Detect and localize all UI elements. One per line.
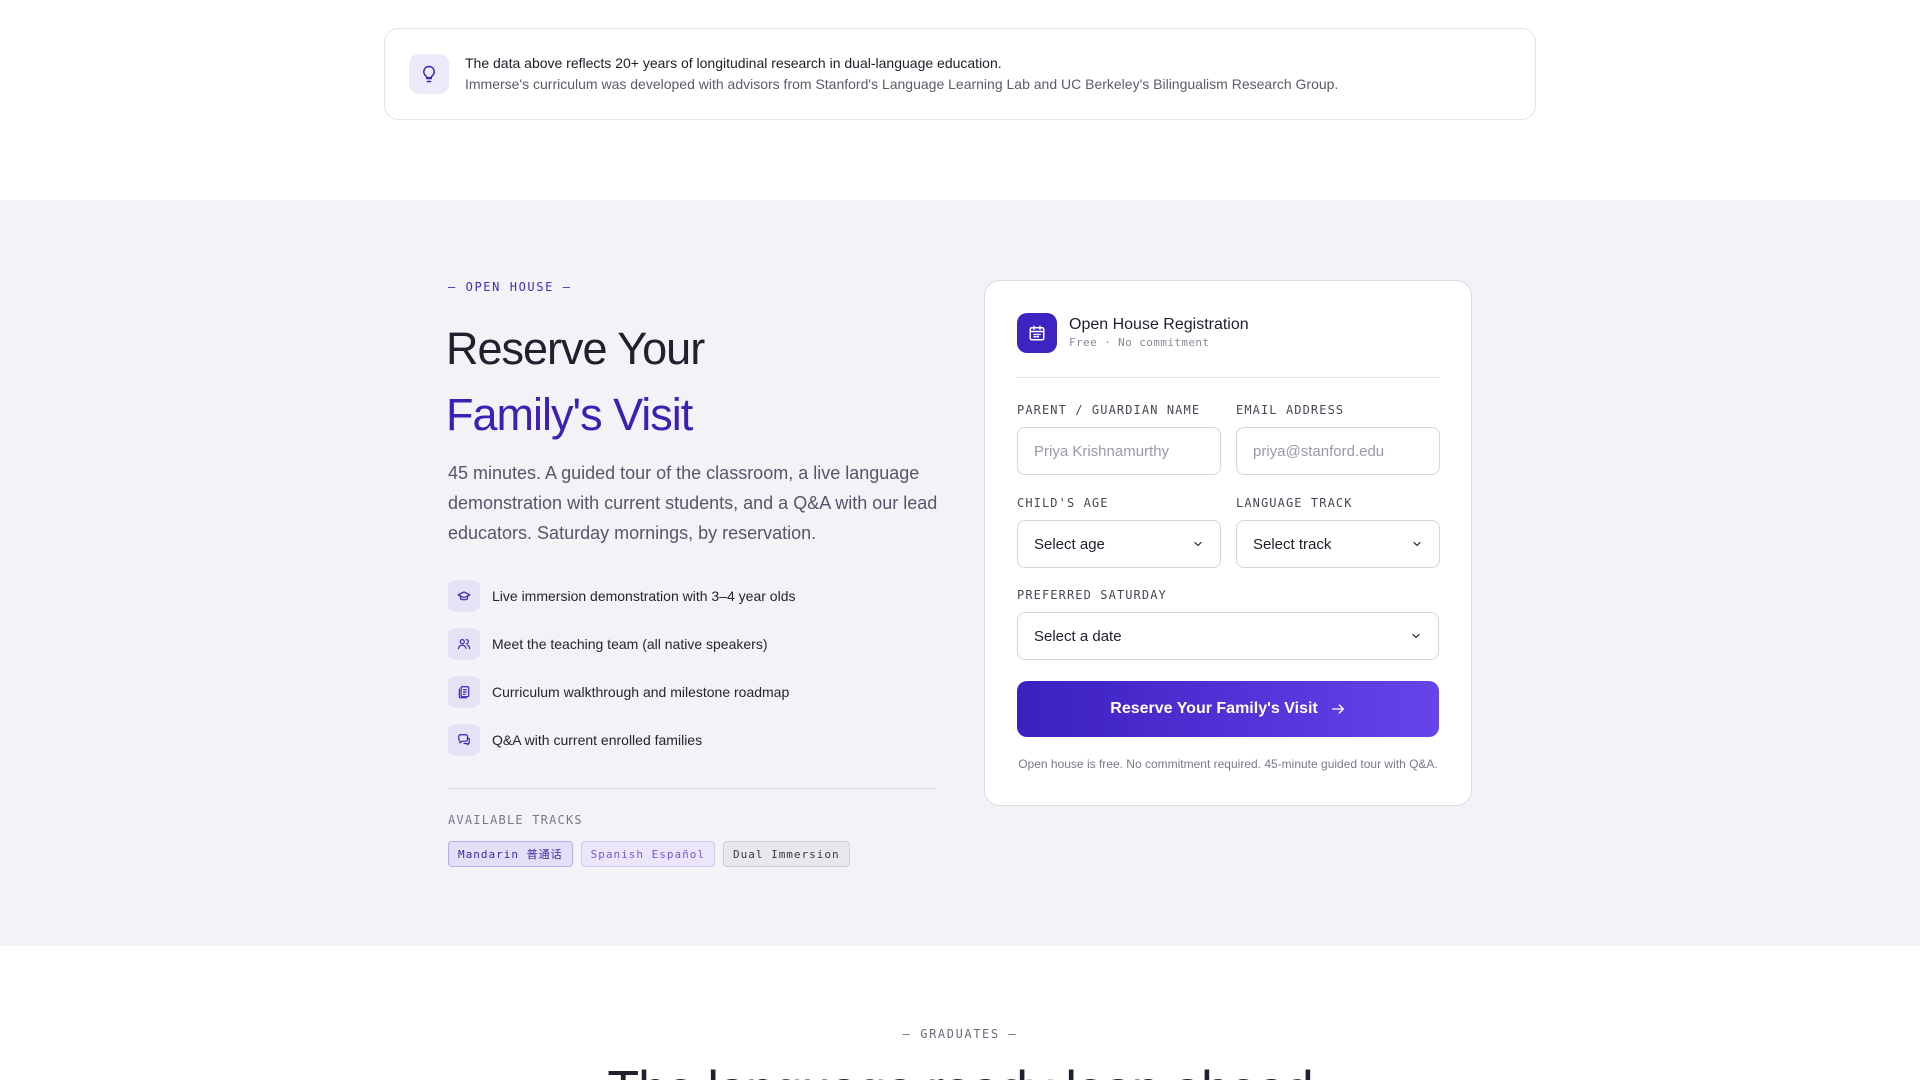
research-note-line-2: Immerse's curriculum was developed with …	[465, 76, 1339, 92]
page-title: Reserve Your Family's Visit	[446, 316, 705, 448]
chat-icon	[448, 724, 480, 756]
child-age-label: CHILD'S AGE	[1017, 496, 1109, 510]
divider	[1017, 377, 1439, 378]
research-note-text: The data above reflects 20+ years of lon…	[465, 53, 1338, 95]
email-label: EMAIL ADDRESS	[1236, 403, 1345, 417]
list-item: Q&A with current enrolled families	[448, 724, 795, 756]
preferred-saturday-value: Select a date	[1034, 627, 1122, 645]
name-label: PARENT / GUARDIAN NAME	[1017, 403, 1201, 417]
calendar-icon	[1017, 313, 1057, 353]
track-chip-spanish: Spanish Español	[580, 841, 715, 867]
form-header: Open House Registration Free · No commit…	[1017, 313, 1249, 353]
headline-line-2: Family's Visit	[446, 389, 693, 440]
open-house-eyebrow: — OPEN HOUSE —	[448, 280, 572, 294]
lightbulb-icon	[409, 54, 449, 94]
documents-icon	[448, 676, 480, 708]
research-note-line-1: The data above reflects 20+ years of lon…	[465, 55, 1002, 71]
list-item: Live immersion demonstration with 3–4 ye…	[448, 580, 795, 612]
feature-text: Curriculum walkthrough and milestone roa…	[492, 684, 790, 700]
chevron-down-icon	[1413, 541, 1421, 547]
available-tracks-label: AVAILABLE TRACKS	[448, 813, 583, 827]
track-chip-mandarin: Mandarin 普通话	[448, 841, 573, 867]
open-house-description: 45 minutes. A guided tour of the classro…	[448, 463, 938, 543]
list-item: Meet the teaching team (all native speak…	[448, 628, 795, 660]
email-field[interactable]	[1236, 427, 1440, 475]
track-chip-dual: Dual Immersion	[722, 841, 850, 867]
list-item: Curriculum walkthrough and milestone roa…	[448, 676, 795, 708]
chevron-down-icon	[1412, 633, 1420, 639]
open-house-section	[0, 200, 1920, 946]
name-field[interactable]	[1017, 427, 1221, 475]
graduates-title: The language ready leap ahead	[0, 1060, 1920, 1080]
feature-text: Meet the teaching team (all native speak…	[492, 636, 768, 652]
language-track-label: LANGUAGE TRACK	[1236, 496, 1353, 510]
feature-text: Live immersion demonstration with 3–4 ye…	[492, 588, 796, 604]
arrow-right-icon	[1331, 704, 1344, 714]
registration-form-card: Open House Registration Free · No commit…	[984, 280, 1472, 806]
graduates-eyebrow: — GRADUATES —	[902, 1027, 1018, 1041]
form-title: Open House Registration	[1069, 316, 1249, 333]
language-track-value: Select track	[1253, 535, 1332, 553]
child-age-select[interactable]: Select age	[1017, 520, 1221, 568]
preferred-saturday-label: PREFERRED SATURDAY	[1017, 588, 1167, 602]
users-icon	[448, 628, 480, 660]
feature-text: Q&A with current enrolled families	[492, 732, 703, 748]
feature-list: Live immersion demonstration with 3–4 ye…	[448, 580, 795, 772]
divider	[448, 788, 936, 789]
child-age-value: Select age	[1034, 535, 1105, 553]
reserve-visit-label: Reserve Your Family's Visit	[1110, 700, 1318, 717]
form-subtitle: Free · No commitment	[1069, 336, 1210, 349]
reserve-visit-button[interactable]: Reserve Your Family's Visit	[1017, 681, 1439, 737]
track-chips: Mandarin 普通话 Spanish Español Dual Immers…	[448, 841, 850, 867]
preferred-saturday-select[interactable]: Select a date	[1017, 612, 1439, 660]
research-note-card: The data above reflects 20+ years of lon…	[384, 28, 1536, 120]
headline-line-1: Reserve Your	[446, 323, 705, 374]
form-fine-print: Open house is free. No commitment requir…	[1018, 757, 1438, 771]
chevron-down-icon	[1194, 541, 1202, 547]
graduation-cap-icon	[448, 580, 480, 612]
language-track-select[interactable]: Select track	[1236, 520, 1440, 568]
